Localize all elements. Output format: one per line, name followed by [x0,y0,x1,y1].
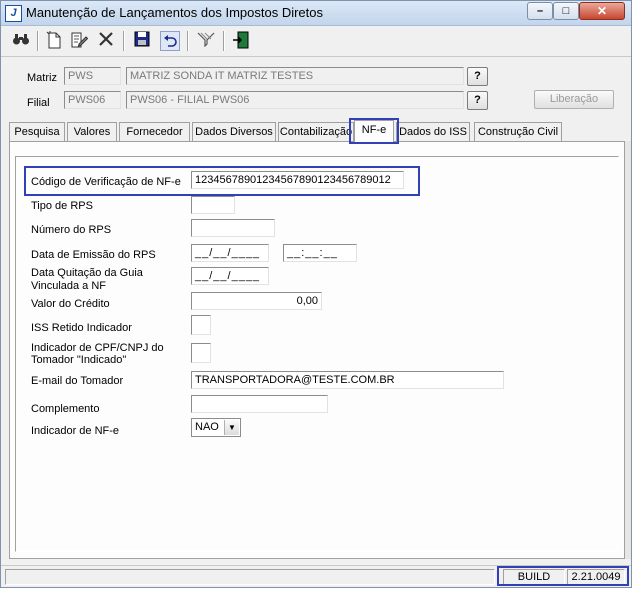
filial-label: Filial [27,97,50,109]
delete-icon[interactable] [96,31,116,51]
indicador-nfe-value: NAO [195,421,219,433]
build-highlight [497,566,629,586]
data-emissao-date-field[interactable]: __/__/____ [191,244,269,262]
valor-credito-label: Valor do Crédito [31,298,110,310]
minimize-button[interactable]: – [527,2,553,20]
numero-rps-field[interactable] [191,219,275,237]
indicador-nfe-label: Indicador de NF-e [31,425,120,437]
data-quitacao-label-line2: Vinculada a NF [31,280,107,292]
filial-code-field[interactable]: PWS06 [64,91,121,109]
close-icon: ✕ [596,4,608,18]
tab-construcao-civil[interactable]: Construção Civil [474,122,562,141]
status-message-cell [5,569,495,585]
save-icon[interactable] [132,31,152,51]
tab-dados-diversos[interactable]: Dados Diversos [192,122,276,141]
nfe-tab-highlight [349,118,399,144]
minimize-icon: – [536,5,544,17]
matriz-label: Matriz [27,72,57,84]
tab-valores[interactable]: Valores [67,122,117,141]
tab-bar: Pesquisa Valores Fornecedor Dados Divers… [9,120,629,142]
indicador-cpf-checkbox[interactable] [191,343,211,363]
title-bar[interactable]: J Manutenção de Lançamentos dos Impostos… [1,1,631,26]
close-button[interactable]: ✕ [579,2,625,20]
data-quitacao-label: Data Quitação da Guia [31,267,143,279]
codigo-verificacao-label: Código de Verificação de NF-e [31,176,181,188]
tab-contabilizacao[interactable]: Contabilização [278,122,354,141]
filial-lookup-button[interactable]: ? [467,91,488,110]
iss-retido-checkbox[interactable] [191,315,211,335]
tipo-rps-field[interactable] [191,196,235,214]
toolbar-separator [187,31,189,51]
email-tomador-label: E-mail do Tomador [31,375,124,387]
complemento-label: Complemento [31,403,100,415]
complemento-field[interactable] [191,395,328,413]
data-emissao-label: Data de Emissão do RPS [31,249,156,261]
binoculars-icon[interactable] [11,31,31,51]
tab-dados-do-iss[interactable]: Dados do ISS [396,122,470,141]
indicador-nfe-select[interactable]: NAO ▼ [191,418,241,437]
matriz-code-field[interactable]: PWS [64,67,121,85]
toolbar-separator [223,31,225,51]
tipo-rps-label: Tipo de RPS [31,200,93,212]
liberacao-button[interactable]: Liberação [534,90,614,109]
maximize-button[interactable]: □ [553,2,579,20]
filter-icon[interactable] [196,31,216,51]
indicador-cpf-label: Indicador de CPF/CNPJ do [31,342,164,354]
edit-icon[interactable] [69,31,89,51]
tab-fornecedor[interactable]: Fornecedor [119,122,190,141]
window-title: Manutenção de Lançamentos dos Impostos D… [26,5,324,20]
valor-credito-field[interactable]: 0,00 [191,292,322,310]
app-icon: J [5,5,22,22]
toolbar [1,26,631,57]
toolbar-separator [123,31,125,51]
undo-icon[interactable] [160,31,180,51]
email-tomador-field[interactable]: TRANSPORTADORA@TESTE.COM.BR [191,371,504,389]
codigo-verificacao-field[interactable]: 123456789012345678901234567890​12 [191,171,404,189]
new-document-icon[interactable] [44,31,64,51]
maximize-icon: □ [562,5,570,17]
data-emissao-time-field[interactable]: __:__:__ [283,244,357,262]
tab-pesquisa[interactable]: Pesquisa [9,122,65,141]
toolbar-separator [37,31,39,51]
chevron-down-icon[interactable]: ▼ [224,420,239,435]
filial-name-field[interactable]: PWS06 - FILIAL PWS06 [126,91,464,109]
exit-door-icon[interactable] [231,31,251,51]
iss-retido-label: ISS Retido Indicador [31,322,132,334]
numero-rps-label: Número do RPS [31,224,112,236]
indicador-cpf-label-line2: Tomador "Indicado" [31,354,127,366]
matriz-name-field[interactable]: MATRIZ SONDA IT MATRIZ TESTES [126,67,464,85]
data-quitacao-field[interactable]: __/__/____ [191,267,269,285]
panel-edge [625,141,631,559]
main-window: J Manutenção de Lançamentos dos Impostos… [0,0,632,588]
matriz-lookup-button[interactable]: ? [467,67,488,86]
